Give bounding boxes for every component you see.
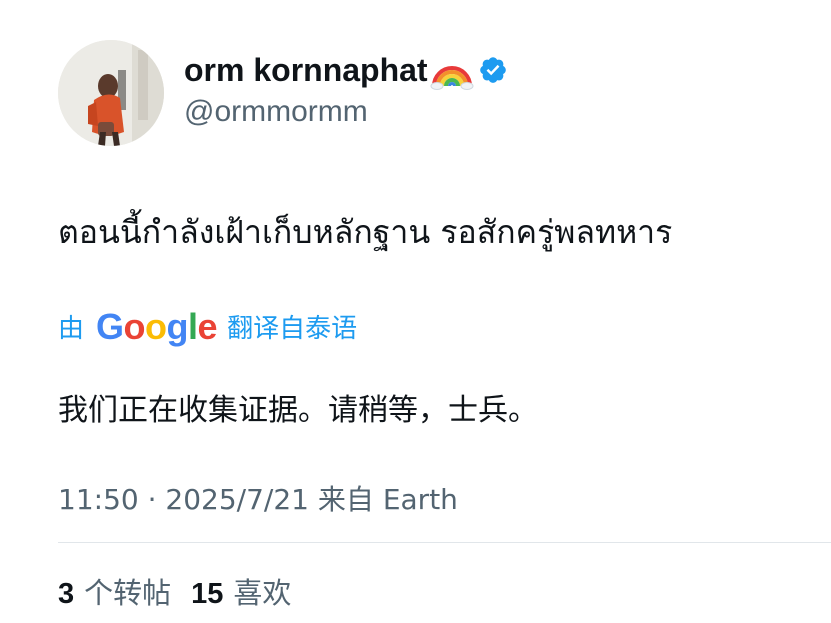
tweet-time[interactable]: 11:50 <box>58 483 139 516</box>
avatar[interactable] <box>58 40 164 146</box>
google-logo: Google <box>96 305 218 347</box>
tweet-location: Earth <box>382 483 458 516</box>
retweets-stat[interactable]: 3 个转帖 <box>58 570 171 612</box>
tweet-text: ตอนนี้กำลังเฝ้าเก็บหลักฐาน รอสักครู่พลทห… <box>58 213 673 251</box>
likes-label: 喜欢 <box>233 576 292 610</box>
user-handle[interactable]: @ormmormm <box>184 95 368 129</box>
translation-attribution[interactable]: 由 Google 翻译自泰语 <box>58 308 357 345</box>
rainbow-emoji-icon <box>430 50 474 90</box>
display-name-text: orm kornnaphat <box>184 51 428 88</box>
verified-badge-icon[interactable] <box>478 55 508 85</box>
likes-count: 15 <box>191 578 224 610</box>
engagement-stats: 3 个转帖 15 喜欢 <box>58 570 291 612</box>
display-name[interactable]: orm kornnaphat <box>184 50 508 90</box>
tweet-date[interactable]: 2025/7/21 <box>165 483 309 516</box>
tweet-meta: 11:50 · 2025/7/21 来自 Earth <box>58 478 458 518</box>
translated-text: 我们正在收集证据。请稍等，士兵。 <box>58 393 538 428</box>
meta-separator: · <box>147 483 157 516</box>
retweets-count: 3 <box>58 578 75 610</box>
likes-stat[interactable]: 15 喜欢 <box>191 570 291 612</box>
translation-prefix: 由 <box>58 314 85 344</box>
divider <box>58 542 831 543</box>
translation-suffix: 翻译自泰语 <box>227 314 358 344</box>
retweets-label: 个转帖 <box>84 576 172 610</box>
profile-photo <box>58 40 164 146</box>
from-label: 来自 <box>317 483 374 516</box>
